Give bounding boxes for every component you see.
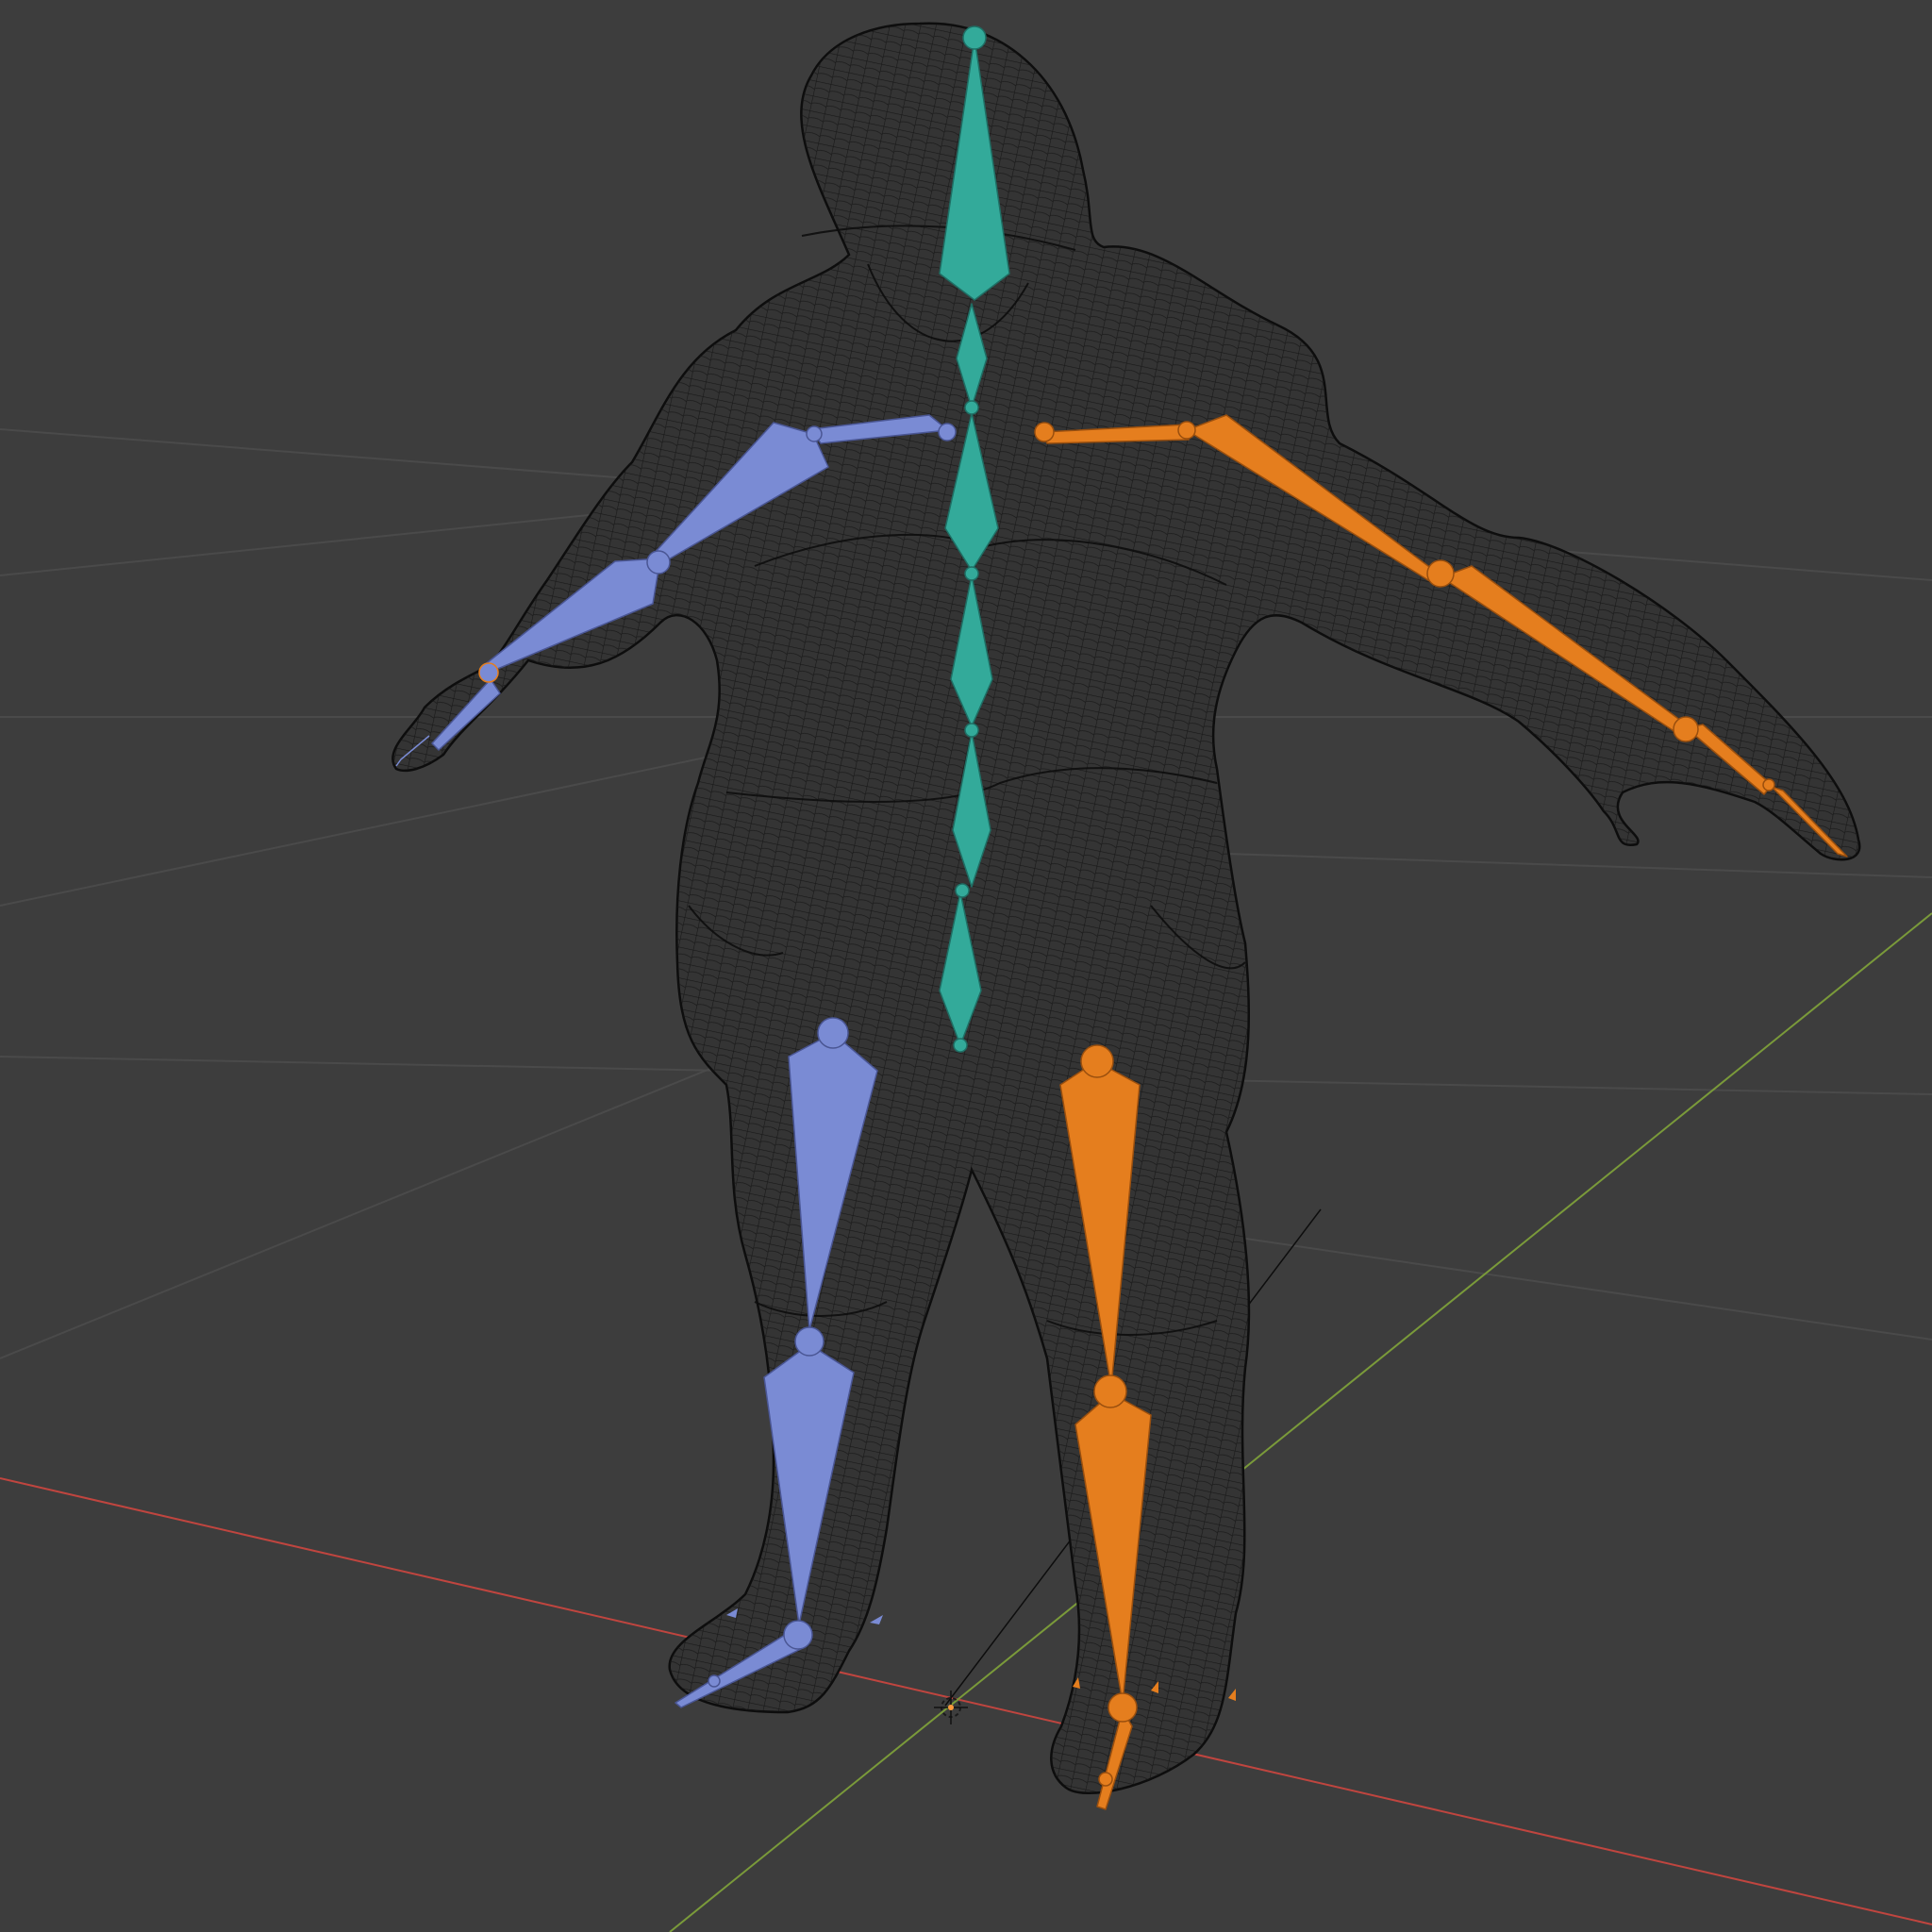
bone-joint[interactable] (1108, 1692, 1138, 1723)
bone-joint[interactable] (1177, 421, 1196, 440)
bone-joint[interactable] (794, 1326, 824, 1357)
bone-joint[interactable] (783, 1620, 813, 1650)
bone-joint[interactable] (953, 1038, 968, 1053)
bone-joint[interactable] (817, 1017, 849, 1049)
bone-joint[interactable] (708, 1674, 721, 1688)
3d-viewport[interactable] (0, 0, 1932, 1932)
bone-toe-left-outer[interactable] (870, 1615, 883, 1624)
bone-joint[interactable] (646, 550, 671, 575)
bone-joint[interactable] (955, 883, 970, 898)
bone-joint[interactable] (964, 400, 979, 415)
bone-joint[interactable] (1673, 716, 1699, 742)
bone-joint[interactable] (1080, 1044, 1114, 1078)
bone-toe-right-outer[interactable] (1228, 1689, 1236, 1701)
grid-line (0, 1065, 718, 1359)
bone-joint[interactable] (806, 425, 823, 442)
bone-joint[interactable] (1762, 778, 1775, 791)
bone-joint[interactable] (1426, 559, 1455, 588)
viewport-canvas[interactable] (0, 0, 1932, 1932)
x-axis-line (0, 1477, 1932, 1925)
bone-joint[interactable] (478, 662, 499, 683)
bone-joint[interactable] (964, 566, 979, 581)
bone-joint[interactable] (1093, 1374, 1127, 1408)
bone-joint[interactable] (1098, 1772, 1113, 1787)
grid-line (1225, 1235, 1932, 1341)
bone-joint[interactable] (1034, 422, 1055, 442)
bone-joint[interactable] (964, 723, 979, 738)
bone-joint[interactable] (938, 423, 957, 441)
bone-joint[interactable] (962, 25, 987, 50)
